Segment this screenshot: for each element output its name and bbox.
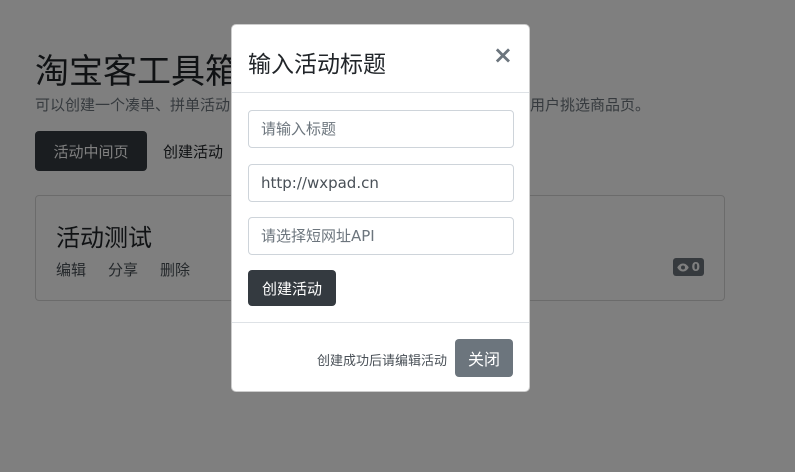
modal-footer: 创建成功后请编辑活动 关闭 (232, 322, 529, 391)
modal-header: 输入活动标题 × (232, 25, 529, 93)
modal-title: 输入活动标题 (248, 52, 386, 78)
create-activity-button[interactable]: 创建活动 (248, 270, 336, 306)
create-activity-modal: 输入活动标题 × 创建活动 创建成功后请编辑活动 关闭 (231, 24, 530, 392)
title-input[interactable] (248, 110, 514, 148)
modal-body: 创建活动 (232, 94, 529, 322)
close-icon[interactable]: × (493, 43, 513, 67)
url-input[interactable] (248, 164, 514, 202)
footer-note: 创建成功后请编辑活动 (316, 354, 447, 369)
short-url-api-select[interactable] (248, 217, 514, 255)
close-button[interactable]: 关闭 (455, 339, 513, 377)
